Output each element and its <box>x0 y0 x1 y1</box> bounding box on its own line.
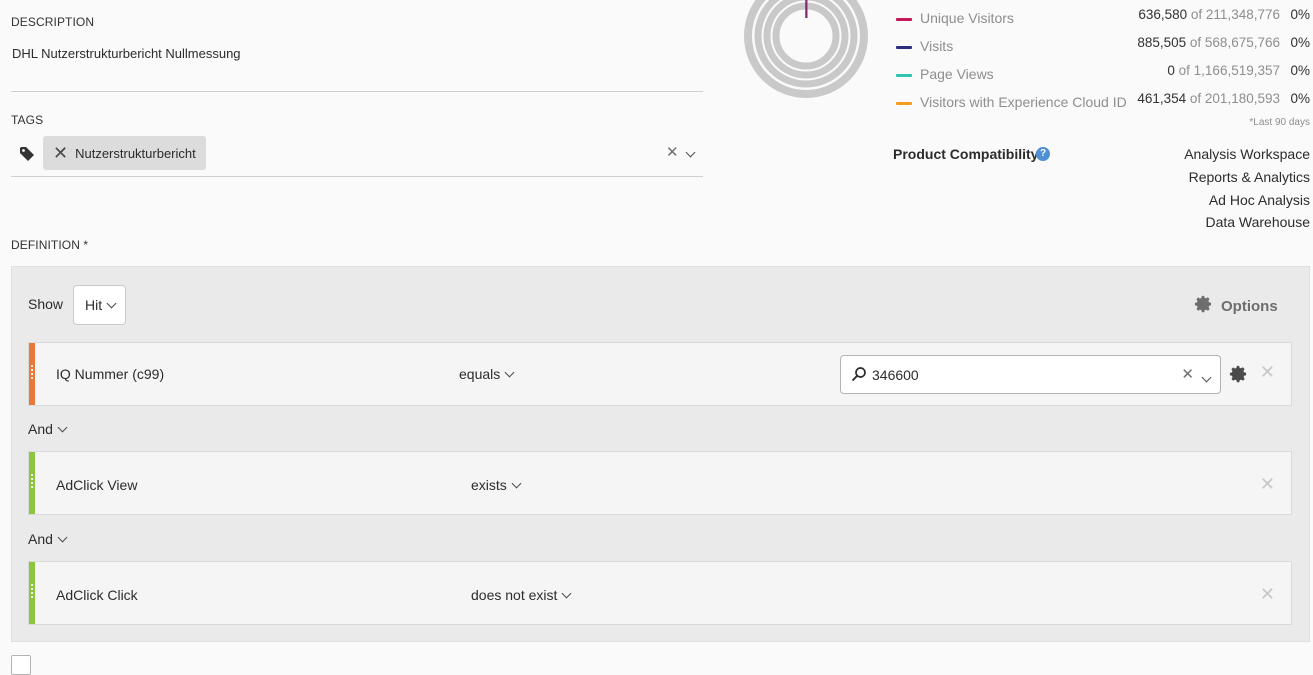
product-compatibility-label: Product Compatibility <box>893 146 1039 162</box>
legend-swatch <box>896 46 912 49</box>
show-dropdown-value: Hit <box>85 297 103 313</box>
compat-item: Reports & Analytics <box>1188 169 1310 185</box>
show-dropdown[interactable]: Hit <box>73 285 126 325</box>
compat-item: Ad Hoc Analysis <box>1208 192 1310 208</box>
rule-operator-dropdown[interactable]: exists <box>471 477 522 493</box>
chevron-down-icon <box>561 588 572 598</box>
show-label: Show <box>28 296 64 312</box>
gear-icon <box>1194 295 1212 318</box>
stat-row-visits: Visits 885,505 of 568,675,766 0% <box>896 35 1310 57</box>
stat-value: 0 of 1,166,519,357 <box>1167 63 1280 78</box>
description-value[interactable]: DHL Nutzerstrukturbericht Nullmessung <box>12 46 241 61</box>
rule-drag-handle[interactable] <box>29 452 35 514</box>
rule-operator-dropdown[interactable]: equals <box>459 366 515 382</box>
chevron-down-icon <box>57 422 68 432</box>
description-divider <box>11 91 703 92</box>
rule-operator-dropdown[interactable]: does not exist <box>471 587 572 603</box>
clear-value-icon[interactable]: ✕ <box>1181 365 1194 383</box>
legend-swatch <box>896 74 912 77</box>
chevron-down-icon <box>106 298 117 308</box>
stat-row-page-views: Page Views 0 of 1,166,519,357 0% <box>896 63 1310 85</box>
stat-value: 636,580 of 211,348,776 <box>1138 7 1280 22</box>
checkbox[interactable] <box>11 655 31 675</box>
options-button[interactable]: Options <box>1194 295 1278 318</box>
tag-icon <box>19 146 35 167</box>
stat-name: Visitors with Experience Cloud ID <box>920 94 1127 110</box>
rule-row[interactable]: AdClick View exists ✕ <box>28 451 1292 515</box>
help-icon[interactable]: ? <box>1036 147 1050 161</box>
tag-remove-icon[interactable]: ✕ <box>53 144 68 162</box>
definition-label: DEFINITION * <box>11 238 89 252</box>
rule-dimension[interactable]: AdClick Click <box>56 587 138 603</box>
rule-value-input[interactable]: 346600 ✕ <box>840 355 1221 394</box>
connector-dropdown[interactable]: And <box>28 531 68 547</box>
stat-row-ecid-visitors: Visitors with Experience Cloud ID 461,35… <box>896 91 1310 113</box>
rule-drag-handle[interactable] <box>29 562 35 624</box>
rule-drag-handle[interactable] <box>29 343 35 405</box>
tag-chip[interactable]: ✕ Nutzerstrukturbericht <box>43 136 206 170</box>
stat-row-unique-visitors: Unique Visitors 636,580 of 211,348,776 0… <box>896 7 1310 29</box>
stat-percent: 0% <box>1290 91 1310 106</box>
rule-gear-icon[interactable] <box>1229 365 1247 388</box>
tags-dropdown-icon[interactable] <box>685 143 696 161</box>
chevron-down-icon <box>511 478 522 488</box>
connector-dropdown[interactable]: And <box>28 421 68 437</box>
compat-item: Data Warehouse <box>1205 214 1310 230</box>
tags-divider <box>11 176 703 177</box>
visitors-donut-chart <box>740 0 872 107</box>
stats-footnote: *Last 90 days <box>1249 117 1310 128</box>
clear-tags-icon[interactable]: ✕ <box>666 143 679 161</box>
stat-name: Unique Visitors <box>920 10 1014 26</box>
description-label: DESCRIPTION <box>11 15 95 29</box>
chevron-down-icon <box>504 367 515 377</box>
search-icon <box>851 366 867 387</box>
rule-dimension[interactable]: IQ Nummer (c99) <box>56 366 164 382</box>
stat-name: Visits <box>920 38 954 54</box>
stat-percent: 0% <box>1290 35 1310 50</box>
options-label: Options <box>1221 298 1278 315</box>
remove-rule-icon[interactable]: ✕ <box>1260 584 1275 605</box>
stat-value: 885,505 of 568,675,766 <box>1137 35 1280 50</box>
chevron-down-icon <box>57 532 68 542</box>
compat-item: Analysis Workspace <box>1184 146 1310 162</box>
legend-swatch <box>896 102 912 105</box>
stat-percent: 0% <box>1290 7 1310 22</box>
remove-rule-icon[interactable]: ✕ <box>1260 362 1275 383</box>
rule-row[interactable]: AdClick Click does not exist ✕ <box>28 561 1292 625</box>
rule-dimension[interactable]: AdClick View <box>56 477 137 493</box>
stat-value: 461,354 of 201,180,593 <box>1137 91 1280 106</box>
legend-swatch <box>896 18 912 21</box>
tags-label: TAGS <box>11 113 44 127</box>
chevron-down-icon[interactable] <box>1201 368 1212 386</box>
stat-name: Page Views <box>920 66 994 82</box>
tag-chip-label: Nutzerstrukturbericht <box>75 145 196 161</box>
stat-percent: 0% <box>1290 63 1310 78</box>
rule-value: 346600 <box>872 367 919 383</box>
remove-rule-icon[interactable]: ✕ <box>1260 474 1275 495</box>
